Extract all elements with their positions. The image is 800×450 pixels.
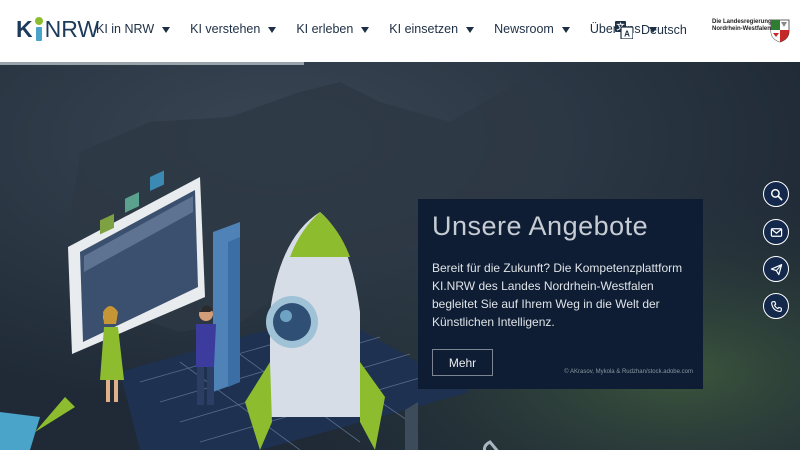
site-header: K NRW KI in NRW KI verstehen KI erleben … — [0, 0, 800, 62]
hero-title: Unsere Angebote — [432, 211, 649, 241]
caret-down-icon — [162, 26, 171, 33]
send-icon — [770, 263, 782, 275]
phone-button[interactable] — [763, 293, 789, 319]
caret-down-icon — [561, 26, 570, 33]
language-switcher[interactable]: 文 A Deutsch — [615, 21, 687, 39]
nav-label: KI verstehen — [190, 22, 261, 36]
nav-item-newsroom[interactable]: Newsroom — [494, 22, 570, 36]
nav-label: KI in NRW — [96, 22, 155, 36]
logo-k: K — [16, 15, 33, 42]
mail-button[interactable] — [763, 219, 789, 245]
slide-progress-bar — [0, 62, 304, 65]
nrw-crest-icon — [770, 19, 790, 43]
send-button[interactable] — [763, 256, 789, 282]
caret-down-icon — [268, 26, 277, 33]
translate-icon: 文 A — [615, 21, 633, 39]
nav-label: KI erleben — [296, 22, 354, 36]
gov-text: Die Landesregierung Nordrhein-Westfalen — [712, 19, 772, 33]
svg-text:A: A — [624, 30, 630, 39]
main-nav: KI in NRW KI verstehen KI erleben KI ein… — [96, 22, 677, 36]
caret-down-icon — [466, 26, 475, 33]
nav-item-ki-erleben[interactable]: KI erleben — [296, 22, 370, 36]
language-label: Deutsch — [641, 23, 687, 37]
phone-icon — [770, 300, 782, 312]
nav-label: Newsroom — [494, 22, 554, 36]
nav-item-ki-verstehen[interactable]: KI verstehen — [190, 22, 277, 36]
mail-icon — [770, 227, 782, 237]
search-button[interactable] — [763, 181, 789, 207]
search-icon — [770, 188, 782, 200]
logo-nrw: NRW — [44, 15, 100, 42]
image-credit: © AKrasov, Mykola & Rudzhan/stock.adobe.… — [564, 369, 693, 375]
gov-line1: Die Landesregierung — [712, 19, 772, 25]
nav-label: KI einsetzen — [389, 22, 459, 36]
more-button[interactable]: Mehr — [432, 349, 493, 376]
nav-item-ki-einsetzen[interactable]: KI einsetzen — [389, 22, 475, 36]
ki-nrw-logo[interactable]: K NRW — [16, 15, 99, 43]
offer-panel: Unsere Angebote Bereit für die Zukunft? … — [418, 199, 703, 389]
gov-line2: Nordrhein-Westfalen — [712, 26, 771, 32]
hero-text: Bereit für die Zukunft? Die Kompetenzpla… — [432, 261, 683, 329]
logo-i-icon — [34, 17, 44, 41]
caret-down-icon — [361, 26, 370, 33]
nav-item-ki-in-nrw[interactable]: KI in NRW — [96, 22, 171, 36]
landesregierung-logo[interactable]: Die Landesregierung Nordrhein-Westfalen — [712, 19, 798, 43]
